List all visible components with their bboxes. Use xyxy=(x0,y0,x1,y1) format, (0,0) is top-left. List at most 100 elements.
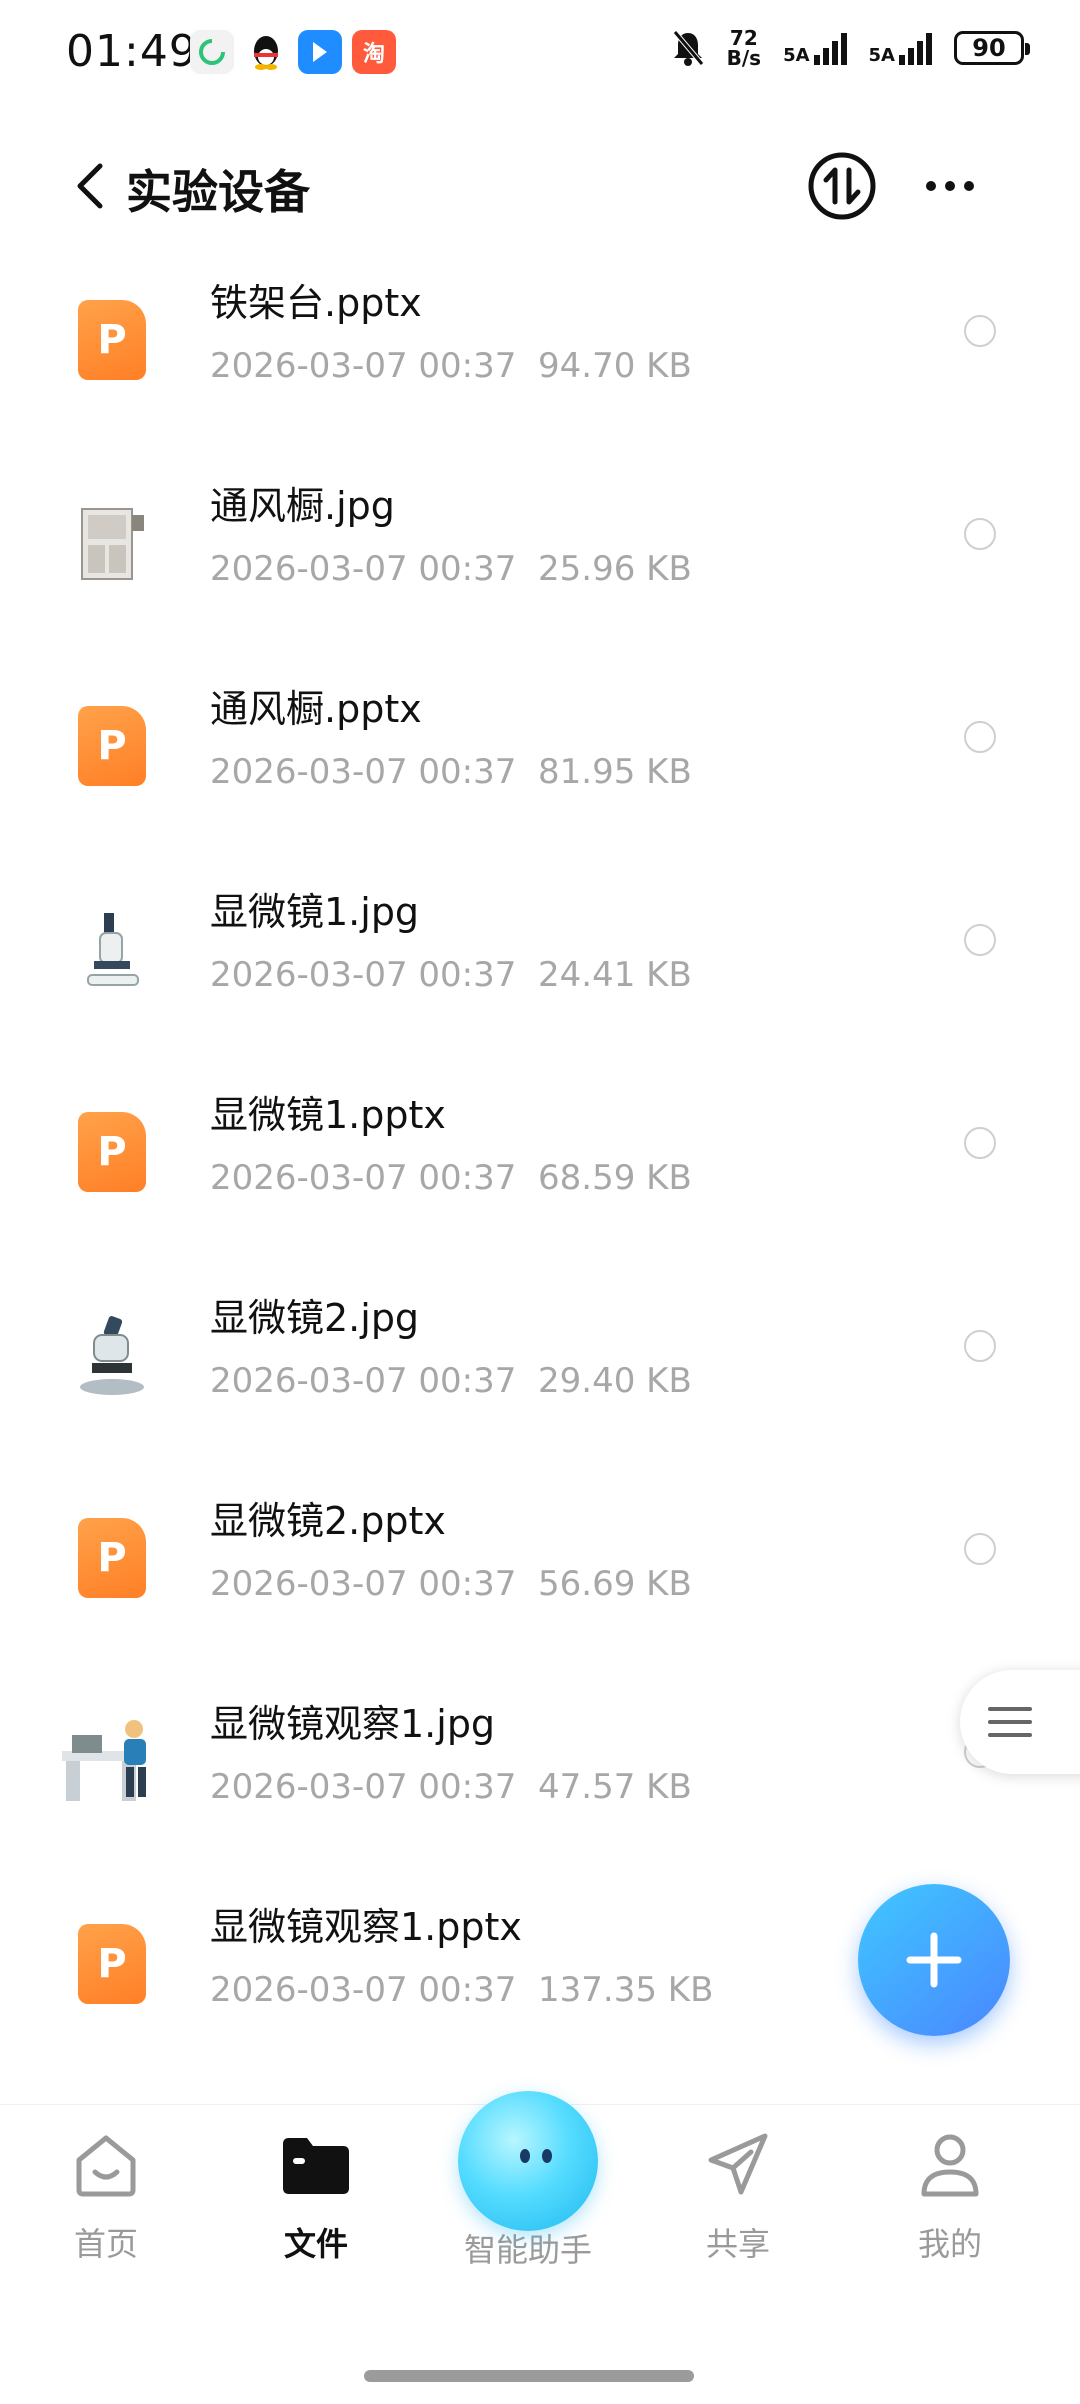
nav-profile[interactable]: 我的 xyxy=(870,2125,1030,2265)
file-size: 94.70 KB xyxy=(538,346,692,386)
microscope-image-thumbnail xyxy=(62,899,162,999)
select-radio[interactable] xyxy=(964,1533,996,1565)
file-name: 显微镜1.jpg xyxy=(210,890,420,934)
file-row[interactable]: P 通风橱.pptx 2026-03-07 00:37 81.95 KB xyxy=(0,656,1080,860)
ppt-file-icon: P xyxy=(62,290,162,390)
select-radio[interactable] xyxy=(964,721,996,753)
battery-icon: 90 xyxy=(954,31,1030,65)
nav-files[interactable]: 文件 xyxy=(236,2125,396,2265)
file-name: 显微镜2.pptx xyxy=(210,1499,446,1543)
file-name: 通风橱.pptx xyxy=(210,687,422,731)
nav-home[interactable]: 首页 xyxy=(26,2125,186,2265)
file-row[interactable]: P 显微镜2.pptx 2026-03-07 00:37 56.69 KB xyxy=(0,1468,1080,1672)
nav-home-label: 首页 xyxy=(73,2225,138,2263)
file-row[interactable]: 通风橱.jpg 2026-03-07 00:37 25.96 KB xyxy=(0,453,1080,657)
select-radio[interactable] xyxy=(964,1127,996,1159)
file-date: 2026-03-07 00:37 xyxy=(210,1970,517,2010)
file-row[interactable]: P 铁架台.pptx 2026-03-07 00:37 94.70 KB xyxy=(0,250,1080,454)
file-date: 2026-03-07 00:37 xyxy=(210,1767,517,1807)
ppt-letter: P xyxy=(97,1941,127,1987)
file-date: 2026-03-07 00:37 xyxy=(210,549,517,589)
select-radio[interactable] xyxy=(964,518,996,550)
profile-icon xyxy=(910,2125,990,2205)
sort-button[interactable] xyxy=(806,150,878,222)
ppt-letter: P xyxy=(97,1129,127,1175)
file-meta: 2026-03-07 00:37 56.69 KB xyxy=(210,1564,692,1604)
sim1-label: 5A xyxy=(783,45,810,66)
battery-level: 90 xyxy=(972,34,1006,62)
file-meta: 2026-03-07 00:37 24.41 KB xyxy=(210,955,692,995)
plus-icon xyxy=(906,1932,962,1988)
sort-icon xyxy=(808,152,876,220)
bottom-navigation: 首页 文件 智能助手 共享 我的 xyxy=(0,2091,1080,2404)
signal-sim2: 5A xyxy=(869,31,932,65)
select-radio[interactable] xyxy=(964,1330,996,1362)
file-row[interactable]: 显微镜2.jpg 2026-03-07 00:37 29.40 KB xyxy=(0,1265,1080,1469)
assistant-orb-icon xyxy=(458,2091,598,2231)
file-date: 2026-03-07 00:37 xyxy=(210,1158,517,1198)
share-icon xyxy=(698,2125,778,2205)
file-row[interactable]: 显微镜观察1.jpg 2026-03-07 00:37 47.57 KB xyxy=(0,1671,1080,1875)
file-date: 2026-03-07 00:37 xyxy=(210,1564,517,1604)
back-button[interactable] xyxy=(70,156,110,216)
menu-icon xyxy=(988,1707,1032,1737)
nav-assistant[interactable]: 智能助手 xyxy=(448,2091,608,2271)
ppt-letter: P xyxy=(97,1535,127,1581)
file-meta: 2026-03-07 00:37 137.35 KB xyxy=(210,1970,713,2010)
floating-menu-button[interactable] xyxy=(960,1670,1080,1774)
fume-hood-image-thumbnail xyxy=(62,493,162,593)
nav-profile-label: 我的 xyxy=(917,2225,982,2263)
file-date: 2026-03-07 00:37 xyxy=(210,955,517,995)
file-size: 24.41 KB xyxy=(538,955,692,995)
file-size: 25.96 KB xyxy=(538,549,692,589)
status-indicators: 72 B/s 5A 5A 90 xyxy=(671,28,1030,68)
file-name: 通风橱.jpg xyxy=(210,484,395,528)
file-name: 铁架台.pptx xyxy=(210,281,422,325)
sim2-label: 5A xyxy=(868,45,895,66)
signal-bars-icon xyxy=(899,31,932,65)
file-size: 47.57 KB xyxy=(538,1767,692,1807)
select-radio[interactable] xyxy=(964,924,996,956)
status-time: 01:49 xyxy=(66,26,198,77)
file-name: 显微镜2.jpg xyxy=(210,1296,420,1340)
file-meta: 2026-03-07 00:37 81.95 KB xyxy=(210,752,692,792)
file-meta: 2026-03-07 00:37 68.59 KB xyxy=(210,1158,692,1198)
add-button[interactable] xyxy=(858,1884,1010,2036)
ppt-letter: P xyxy=(97,723,127,769)
select-radio[interactable] xyxy=(964,315,996,347)
nav-share-label: 共享 xyxy=(705,2225,770,2263)
file-size: 68.59 KB xyxy=(538,1158,692,1198)
blue-app-icon xyxy=(298,30,342,74)
net-speed-value: 72 xyxy=(729,26,758,50)
ppt-file-icon: P xyxy=(62,696,162,796)
file-row[interactable]: P 显微镜1.pptx 2026-03-07 00:37 68.59 KB xyxy=(0,1062,1080,1266)
status-bar: 01:49 淘 72 B/s 5A 5A 90 xyxy=(0,0,1080,110)
folder-icon xyxy=(276,2125,356,2205)
taobao-label: 淘 xyxy=(362,42,385,67)
file-name: 显微镜观察1.jpg xyxy=(210,1702,496,1746)
page-title: 实验设备 xyxy=(126,165,310,219)
net-speed-unit: B/s xyxy=(726,46,762,70)
lab-observation-image-thumbnail xyxy=(52,1711,172,1811)
home-indicator[interactable] xyxy=(364,2370,694,2382)
taobao-icon: 淘 xyxy=(352,30,396,74)
home-icon xyxy=(66,2125,146,2205)
file-meta: 2026-03-07 00:37 29.40 KB xyxy=(210,1361,692,1401)
ppt-file-icon: P xyxy=(62,1914,162,2014)
signal-sim1: 5A xyxy=(783,31,847,66)
nav-files-label: 文件 xyxy=(283,2225,348,2263)
file-size: 137.35 KB xyxy=(538,1970,714,2010)
more-button[interactable] xyxy=(910,160,990,212)
ppt-file-icon: P xyxy=(62,1508,162,1608)
nav-share[interactable]: 共享 xyxy=(658,2125,818,2265)
top-app-bar: 实验设备 xyxy=(0,130,1080,240)
file-size: 81.95 KB xyxy=(538,752,692,792)
file-name: 显微镜1.pptx xyxy=(210,1093,446,1137)
file-row[interactable]: 显微镜1.jpg 2026-03-07 00:37 24.41 KB xyxy=(0,859,1080,1063)
refresh-icon xyxy=(190,30,234,74)
ppt-letter: P xyxy=(97,317,127,363)
more-dot xyxy=(926,181,936,191)
file-meta: 2026-03-07 00:37 25.96 KB xyxy=(210,549,692,589)
microscope-image-thumbnail xyxy=(62,1305,162,1405)
network-speed: 72 B/s xyxy=(727,28,761,68)
